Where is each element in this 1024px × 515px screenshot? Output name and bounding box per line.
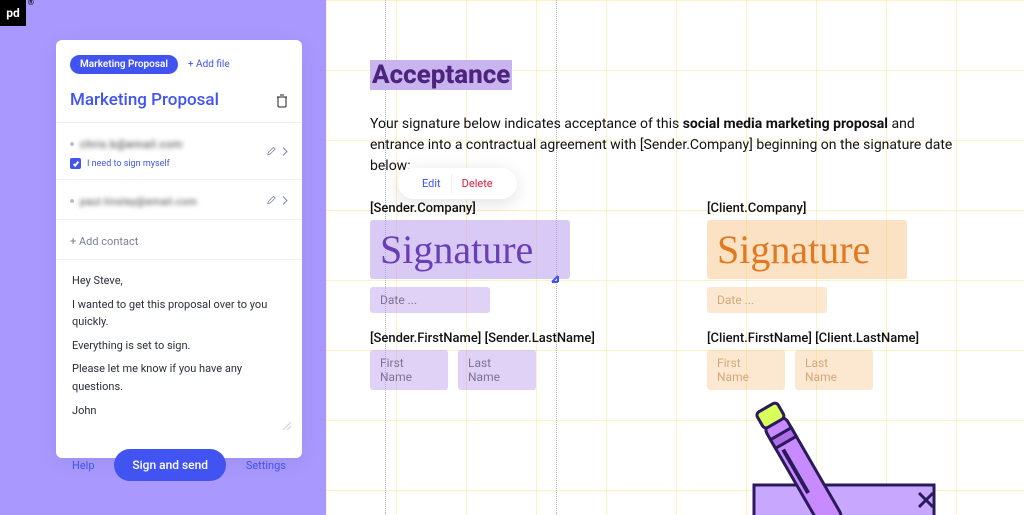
panel-title: Marketing Proposal <box>70 90 219 110</box>
contact-name: paul.tinsley@email.com <box>80 197 197 208</box>
text-bold: social media marketing proposal <box>683 116 888 132</box>
client-company-label: [Client.Company] <box>707 201 984 216</box>
proposal-pill[interactable]: Marketing Proposal <box>70 55 178 74</box>
contact-row[interactable]: paul.tinsley@email.com <box>56 179 302 219</box>
trash-icon[interactable] <box>276 93 288 107</box>
sender-signature-field[interactable]: Signature <box>370 220 570 279</box>
edit-action[interactable]: Edit <box>412 174 451 193</box>
sender-company-label: [Sender.Company] <box>370 201 647 216</box>
add-contact-row[interactable]: + Add contact <box>56 219 302 259</box>
msg-line: John <box>72 402 286 420</box>
field-resize-handle-icon[interactable] <box>549 270 561 289</box>
add-file-link[interactable]: + Add file <box>188 59 230 70</box>
contact-name: chris.b@email.com <box>80 138 183 151</box>
pencil-icon[interactable] <box>266 190 276 209</box>
document-canvas[interactable]: Acceptance Your signature below indicate… <box>326 0 1024 515</box>
chevron-right-icon[interactable] <box>282 142 288 161</box>
sender-lastname-field[interactable]: Last Name <box>458 350 536 390</box>
chevron-right-icon[interactable] <box>282 190 288 209</box>
text: Your signature below indicates acceptanc… <box>370 116 683 132</box>
msg-line: Everything is set to sign. <box>72 337 286 355</box>
field-context-menu: Edit Delete <box>398 168 517 199</box>
sender-column: [Sender.Company] Signature Date ... [Sen… <box>370 201 647 408</box>
message-body[interactable]: Hey Steve, I wanted to get this proposal… <box>56 259 302 437</box>
msg-line: I wanted to get this proposal over to yo… <box>72 296 286 331</box>
settings-link[interactable]: Settings <box>246 459 286 472</box>
sender-name-label: [Sender.FirstName] [Sender.LastName] <box>370 331 647 346</box>
doc-heading[interactable]: Acceptance <box>370 60 512 90</box>
client-signature-field[interactable]: Signature <box>707 220 907 279</box>
contact-row[interactable]: chris.b@email.com I need to sign myself <box>56 122 302 179</box>
client-name-label: [Client.FirstName] [Client.LastName] <box>707 331 984 346</box>
msg-line: Hey Steve, <box>72 272 286 290</box>
help-link[interactable]: Help <box>72 459 95 472</box>
msg-line: Please let me know if you have any quest… <box>72 360 286 395</box>
sign-myself-label: I need to sign myself <box>87 159 170 169</box>
brand-logo: pd <box>0 0 26 26</box>
sender-date-field[interactable]: Date ... <box>370 287 490 313</box>
resize-grip-icon[interactable] <box>282 419 292 429</box>
pen-illustration <box>664 375 944 515</box>
sign-and-send-button[interactable]: Sign and send <box>114 449 226 481</box>
pencil-icon[interactable] <box>266 142 276 161</box>
client-date-field[interactable]: Date ... <box>707 287 827 313</box>
sender-firstname-field[interactable]: First Name <box>370 350 448 390</box>
sign-myself-checkbox[interactable] <box>70 158 81 169</box>
delete-action[interactable]: Delete <box>451 174 503 193</box>
send-panel: Marketing Proposal + Add file Marketing … <box>56 40 302 458</box>
add-contact-label: + Add contact <box>70 235 138 248</box>
